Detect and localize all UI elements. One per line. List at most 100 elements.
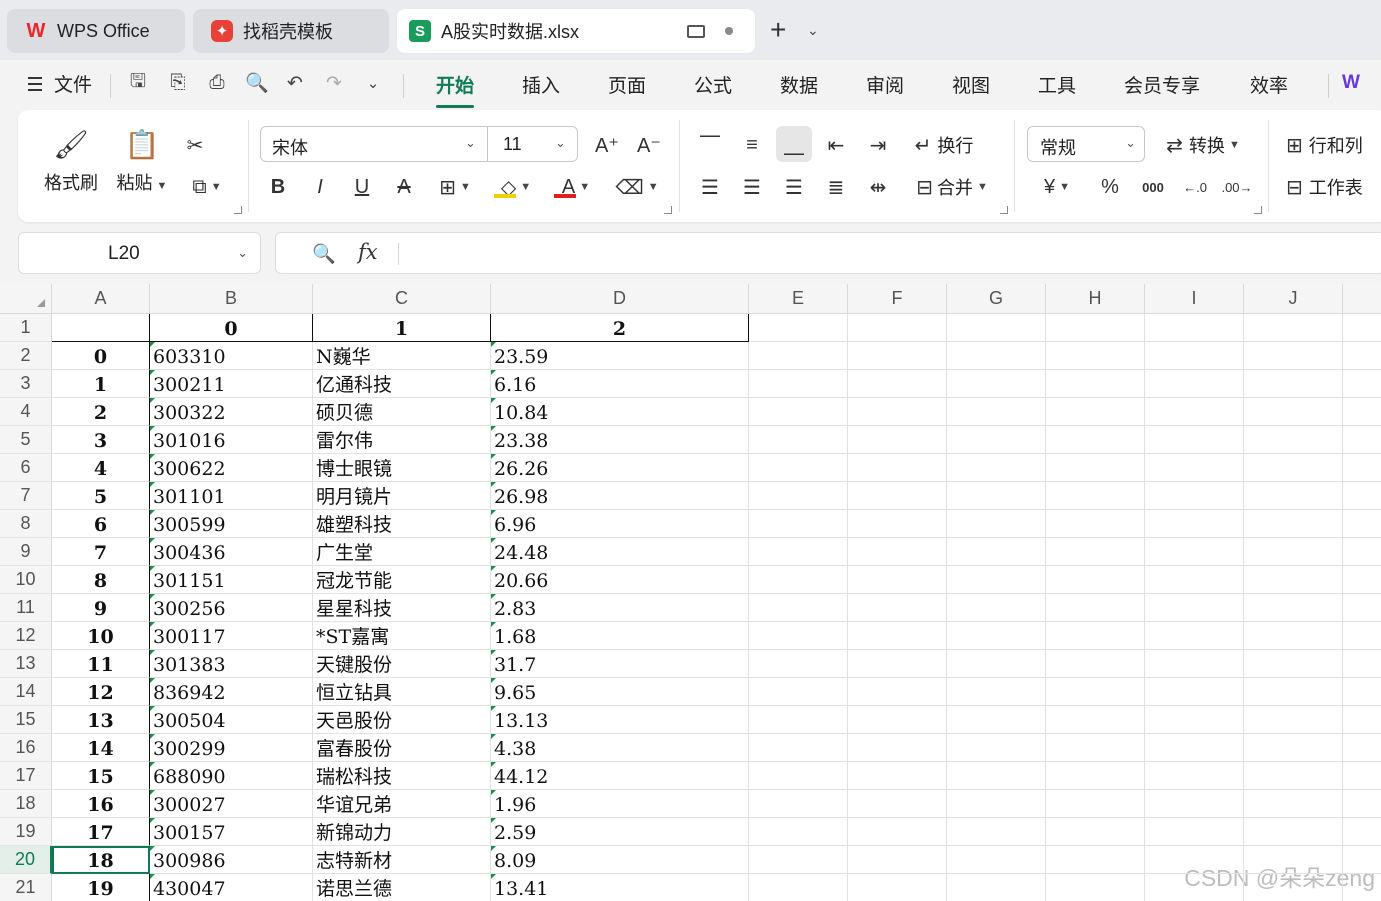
tab-view[interactable]: 视图 [952,71,990,98]
align-middle-icon[interactable]: ≡ [738,130,766,160]
table-cell[interactable] [1343,622,1381,650]
table-cell[interactable]: 23.38 [491,426,749,454]
table-cell[interactable] [1046,342,1145,370]
table-cell[interactable] [1046,874,1145,901]
table-cell[interactable] [749,818,848,846]
increase-decimal-icon[interactable]: ←.0 [1180,172,1210,202]
table-cell[interactable]: 603310 [150,342,313,370]
table-cell[interactable] [1244,734,1343,762]
table-cell[interactable] [848,790,947,818]
table-cell[interactable] [848,874,947,901]
table-cell[interactable] [947,510,1046,538]
table-cell[interactable]: 5 [52,482,150,510]
table-cell[interactable]: 4 [52,454,150,482]
table-cell[interactable] [1343,762,1381,790]
table-cell[interactable] [1145,846,1244,874]
table-cell[interactable]: 星星科技 [313,594,491,622]
table-cell[interactable]: 10.84 [491,398,749,426]
table-cell[interactable] [1046,762,1145,790]
table-cell[interactable]: 2 [52,398,150,426]
format-painter-button[interactable]: 🖌 格式刷 [42,128,100,195]
more-chevron-icon[interactable]: ⌄ [361,71,385,95]
tab-wps-office[interactable]: W WPS Office [7,9,185,53]
table-cell[interactable]: 688090 [150,762,313,790]
table-cell[interactable] [1145,538,1244,566]
table-cell[interactable]: 300436 [150,538,313,566]
table-cell[interactable] [1145,594,1244,622]
table-cell[interactable] [1343,398,1381,426]
table-cell[interactable] [1343,706,1381,734]
table-cell[interactable] [1244,706,1343,734]
table-cell[interactable]: 明月镜片 [313,482,491,510]
table-cell[interactable] [947,566,1046,594]
table-cell[interactable]: 300117 [150,622,313,650]
table-cell[interactable]: 亿通科技 [313,370,491,398]
table-cell[interactable] [1046,818,1145,846]
table-cell[interactable] [749,846,848,874]
clear-format-icon[interactable]: ⌫ ▼ [612,172,662,202]
table-cell[interactable]: 24.48 [491,538,749,566]
table-cell[interactable] [1046,370,1145,398]
formula-bar[interactable]: 🔍 fx [275,232,1381,274]
table-cell[interactable] [1046,846,1145,874]
table-cell[interactable]: 430047 [150,874,313,901]
row-header[interactable]: 6 [0,454,52,482]
table-cell[interactable] [1046,482,1145,510]
tab-tools[interactable]: 工具 [1038,71,1076,98]
row-header[interactable]: 3 [0,370,52,398]
table-cell[interactable] [848,314,947,342]
table-cell[interactable] [1244,314,1343,342]
table-cell[interactable]: 10 [52,622,150,650]
table-cell[interactable]: 8.09 [491,846,749,874]
row-header[interactable]: 1 [0,314,52,342]
export-pdf-icon[interactable]: ⎘ [166,71,190,95]
chevron-down-icon[interactable]: ⌄ [465,135,476,151]
table-cell[interactable] [947,622,1046,650]
tab-member[interactable]: 会员专享 [1124,71,1200,98]
new-tab-plus-icon[interactable]: + [770,16,786,44]
decrease-indent-icon[interactable]: ⇤ [822,130,850,160]
table-cell[interactable]: 301151 [150,566,313,594]
table-cell[interactable]: 0 [52,342,150,370]
table-cell[interactable] [1244,398,1343,426]
column-header[interactable]: C [313,284,491,314]
table-cell[interactable] [947,678,1046,706]
table-cell[interactable] [1145,762,1244,790]
table-cell[interactable]: 诺思兰德 [313,874,491,901]
table-cell[interactable]: 300299 [150,734,313,762]
name-box[interactable]: L20 ⌄ [18,232,261,274]
table-cell[interactable]: 300027 [150,790,313,818]
font-color-icon[interactable]: A ▼ [552,172,600,202]
table-cell[interactable]: 301101 [150,482,313,510]
table-cell[interactable] [749,734,848,762]
table-cell[interactable] [1343,566,1381,594]
table-cell[interactable] [848,482,947,510]
print-preview-icon[interactable]: 🔍 [245,71,269,95]
table-cell[interactable] [848,398,947,426]
row-header[interactable]: 11 [0,594,52,622]
spreadsheet-grid[interactable]: CSDN @朵朵zeng A B C D E F G H I J 1 2 3 4 5 6 7 8 9 10 11 12 13… [0,284,1381,901]
table-cell[interactable] [1145,314,1244,342]
table-cell[interactable]: 2.83 [491,594,749,622]
table-cell[interactable] [947,454,1046,482]
row-header[interactable]: 12 [0,622,52,650]
row-header[interactable]: 14 [0,678,52,706]
justify-icon[interactable]: ≣ [822,172,850,202]
table-cell[interactable] [749,314,848,342]
table-cell[interactable] [1145,790,1244,818]
unsaved-dot-icon[interactable] [725,27,733,35]
table-cell[interactable] [749,762,848,790]
table-cell[interactable] [1046,650,1145,678]
table-cell[interactable] [848,566,947,594]
table-cell[interactable]: 300157 [150,818,313,846]
table-cell[interactable] [1244,566,1343,594]
table-cell[interactable] [1244,818,1343,846]
column-header[interactable]: J [1244,284,1343,314]
font-name-value[interactable]: 宋体 [272,134,308,160]
table-cell[interactable] [1046,510,1145,538]
undo-icon[interactable]: ↶ [283,71,307,95]
row-header[interactable]: 19 [0,818,52,846]
percent-button[interactable]: % [1096,172,1124,202]
table-cell[interactable]: 1 [52,370,150,398]
table-cell[interactable]: 9 [52,594,150,622]
